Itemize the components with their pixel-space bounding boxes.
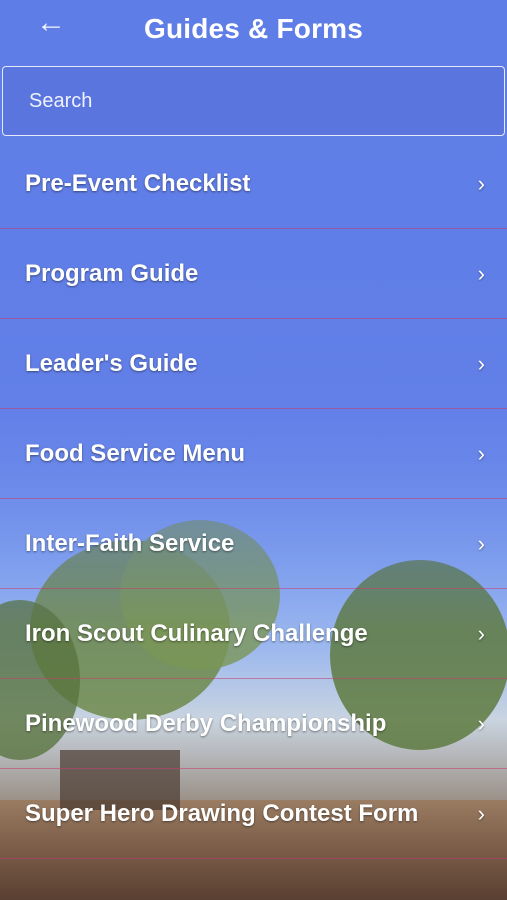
back-arrow-icon[interactable]: ← xyxy=(36,8,66,38)
search-input[interactable] xyxy=(3,88,504,114)
chevron-right-icon: › xyxy=(477,170,485,196)
list-item-food-service-menu[interactable]: Food Service Menu › xyxy=(0,409,507,499)
list-item-label: Pre-Event Checklist xyxy=(25,169,251,197)
list-item-label: Food Service Menu xyxy=(25,439,246,467)
search-bar[interactable] xyxy=(2,66,505,136)
list-item-pre-event-checklist[interactable]: Pre-Event Checklist › xyxy=(0,139,507,229)
menu-list: Pre-Event Checklist › Program Guide › Le… xyxy=(0,139,507,859)
chevron-right-icon: › xyxy=(477,260,485,286)
list-item-label: Inter-Faith Service xyxy=(25,529,235,557)
chevron-right-icon: › xyxy=(477,530,485,556)
list-item-label: Program Guide xyxy=(25,259,199,287)
chevron-right-icon: › xyxy=(477,440,485,466)
chevron-right-icon: › xyxy=(477,800,485,826)
app-header: ← Guides & Forms xyxy=(0,0,507,58)
chevron-right-icon: › xyxy=(477,620,485,646)
list-item-program-guide[interactable]: Program Guide › xyxy=(0,229,507,319)
list-item-label: Super Hero Drawing Contest Form xyxy=(25,799,419,827)
page-title: Guides & Forms xyxy=(143,13,364,44)
list-item-pinewood-derby-championship[interactable]: Pinewood Derby Championship › xyxy=(0,679,507,769)
chevron-right-icon: › xyxy=(477,710,485,736)
list-item-super-hero-drawing-contest-form[interactable]: Super Hero Drawing Contest Form › xyxy=(0,769,507,859)
list-item-inter-faith-service[interactable]: Inter-Faith Service › xyxy=(0,499,507,589)
list-item-label: Pinewood Derby Championship xyxy=(25,709,387,737)
list-item-label: Leader's Guide xyxy=(25,349,198,377)
list-item-leaders-guide[interactable]: Leader's Guide › xyxy=(0,319,507,409)
list-item-iron-scout-culinary-challenge[interactable]: Iron Scout Culinary Challenge › xyxy=(0,589,507,679)
list-item-label: Iron Scout Culinary Challenge xyxy=(25,619,368,647)
chevron-right-icon: › xyxy=(477,350,485,376)
